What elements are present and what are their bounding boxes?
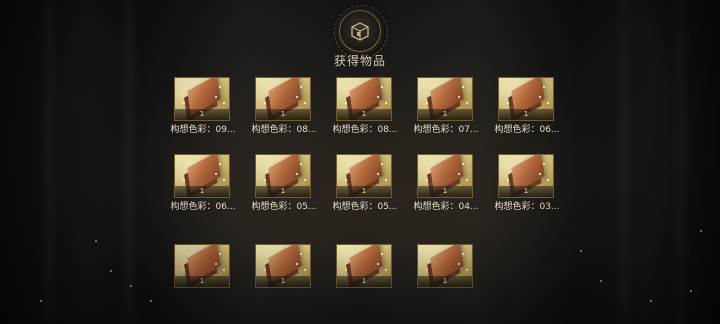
item-count: 1 bbox=[256, 186, 310, 197]
item-name: 构想色彩：04... bbox=[413, 202, 479, 212]
item-count: 1 bbox=[337, 186, 391, 197]
dust-particle bbox=[40, 300, 42, 302]
item-count: 1 bbox=[256, 109, 310, 120]
item-count: 1 bbox=[175, 186, 229, 197]
dust-particle bbox=[150, 300, 152, 302]
item-name: 构想色彩：03... bbox=[494, 202, 560, 212]
item-thumbnail: 1 bbox=[417, 154, 473, 198]
item-count: 1 bbox=[175, 276, 229, 287]
item-thumbnail: 1 bbox=[498, 154, 554, 198]
dust-particle bbox=[690, 290, 692, 292]
item-name: 构想色彩：07... bbox=[413, 125, 479, 135]
item-thumbnail: 1 bbox=[255, 244, 311, 288]
item-thumbnail: 1 bbox=[498, 77, 554, 121]
dust-particle bbox=[600, 280, 602, 282]
item-thumbnail: 1 bbox=[255, 77, 311, 121]
item-thumbnail: 1 bbox=[336, 244, 392, 288]
item-count: 1 bbox=[499, 186, 553, 197]
item-count: 1 bbox=[418, 186, 472, 197]
item-thumbnail: 1 bbox=[336, 154, 392, 198]
item-name: 构想色彩：09... bbox=[170, 125, 236, 135]
item-thumbnail: 1 bbox=[417, 77, 473, 121]
item-name: 构想色彩：05... bbox=[251, 202, 317, 212]
dust-particle bbox=[95, 240, 97, 242]
item-thumbnail: 1 bbox=[174, 154, 230, 198]
reward-grid: 1 构想色彩：09... 1 构想色彩：08... 1 构想色彩：08... 1 构想色彩：0… bbox=[0, 0, 720, 324]
item-count: 1 bbox=[418, 276, 472, 287]
item-count: 1 bbox=[337, 109, 391, 120]
item-name: 构想色彩：08... bbox=[251, 125, 317, 135]
dust-particle bbox=[130, 285, 132, 287]
item-count: 1 bbox=[256, 276, 310, 287]
dust-particle bbox=[580, 250, 582, 252]
item-thumbnail: 1 bbox=[174, 244, 230, 288]
dust-particle bbox=[110, 270, 112, 272]
dust-particle bbox=[700, 230, 702, 232]
item-thumbnail: 1 bbox=[255, 154, 311, 198]
item-thumbnail: 1 bbox=[174, 77, 230, 121]
item-name: 构想色彩：08... bbox=[332, 125, 398, 135]
item-name: 构想色彩：06... bbox=[494, 125, 560, 135]
item-name: 构想色彩：06... bbox=[170, 202, 236, 212]
item-count: 1 bbox=[499, 109, 553, 120]
item-name: 构想色彩：05... bbox=[332, 202, 398, 212]
item-count: 1 bbox=[337, 276, 391, 287]
item-count: 1 bbox=[175, 109, 229, 120]
dust-particle bbox=[650, 300, 652, 302]
item-thumbnail: 1 bbox=[417, 244, 473, 288]
item-count: 1 bbox=[418, 109, 472, 120]
item-thumbnail: 1 bbox=[336, 77, 392, 121]
